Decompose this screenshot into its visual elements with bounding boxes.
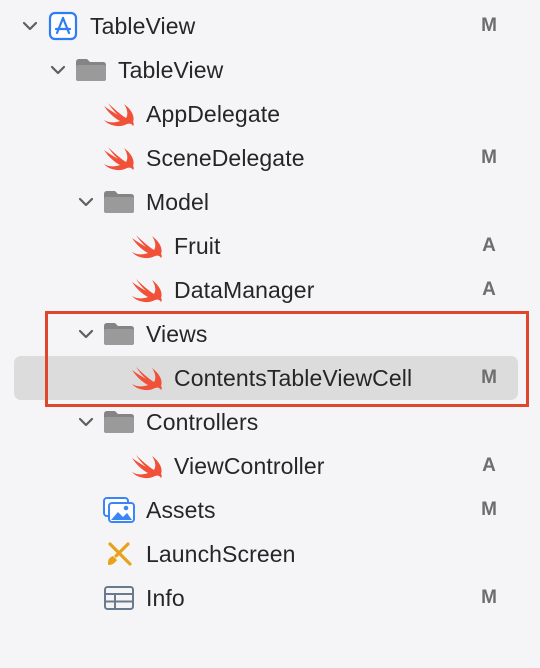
- navigator-row-contentstableviewcell[interactable]: ContentsTableViewCell M: [0, 356, 540, 400]
- navigator-row-datamanager[interactable]: DataManager A: [0, 268, 540, 312]
- navigator-row-fruit[interactable]: Fruit A: [0, 224, 540, 268]
- navigator-item-label: ViewController: [174, 452, 325, 479]
- navigator-row-appdelegate[interactable]: AppDelegate: [0, 92, 540, 136]
- navigator-item-label: Controllers: [146, 408, 259, 435]
- swift-file-icon: [130, 276, 164, 304]
- folder-icon: [102, 320, 136, 348]
- navigator-item-label: AppDelegate: [146, 100, 281, 127]
- project-navigator: TableView M TableView AppDelegate SceneD…: [0, 0, 540, 668]
- navigator-item-label: DataManager: [174, 276, 315, 303]
- git-status-badge: A: [482, 235, 496, 256]
- navigator-item-label: LaunchScreen: [146, 540, 296, 567]
- git-status-badge: M: [481, 587, 497, 608]
- folder-icon: [102, 188, 136, 216]
- navigator-row-views-folder[interactable]: Views: [0, 312, 540, 356]
- git-status-badge: A: [482, 279, 496, 300]
- navigator-item-label: Model: [146, 188, 210, 215]
- git-status-badge: M: [481, 147, 497, 168]
- swift-file-icon: [130, 232, 164, 260]
- swift-file-icon: [130, 364, 164, 392]
- git-status-badge: M: [481, 15, 497, 36]
- swift-file-icon: [102, 144, 136, 172]
- chevron-down-icon[interactable]: [20, 16, 40, 36]
- navigator-item-label: Views: [146, 320, 208, 347]
- navigator-row-viewcontroller[interactable]: ViewController A: [0, 444, 540, 488]
- xcode-project-icon: [46, 11, 80, 41]
- storyboard-icon: [102, 540, 136, 568]
- navigator-row-assets[interactable]: Assets M: [0, 488, 540, 532]
- navigator-row-info[interactable]: Info M: [0, 576, 540, 620]
- navigator-item-label: SceneDelegate: [146, 144, 305, 171]
- navigator-item-label: TableView: [118, 56, 224, 83]
- navigator-row-controllers-folder[interactable]: Controllers: [0, 400, 540, 444]
- navigator-row-tableview-project[interactable]: TableView M: [0, 4, 540, 48]
- navigator-item-label: Info: [146, 584, 185, 611]
- asset-catalog-icon: [102, 496, 136, 524]
- navigator-row-model-folder[interactable]: Model: [0, 180, 540, 224]
- swift-file-icon: [130, 452, 164, 480]
- navigator-item-label: Assets: [146, 496, 216, 523]
- plist-icon: [102, 584, 136, 612]
- git-status-badge: A: [482, 455, 496, 476]
- folder-icon: [74, 56, 108, 84]
- git-status-badge: M: [481, 367, 497, 388]
- chevron-down-icon[interactable]: [76, 192, 96, 212]
- chevron-down-icon[interactable]: [48, 60, 68, 80]
- navigator-row-scenedelegate[interactable]: SceneDelegate M: [0, 136, 540, 180]
- chevron-down-icon[interactable]: [76, 412, 96, 432]
- navigator-row-tableview-folder[interactable]: TableView: [0, 48, 540, 92]
- navigator-item-label: Fruit: [174, 232, 221, 259]
- swift-file-icon: [102, 100, 136, 128]
- folder-icon: [102, 408, 136, 436]
- navigator-item-label: ContentsTableViewCell: [174, 364, 413, 391]
- navigator-row-launchscreen[interactable]: LaunchScreen: [0, 532, 540, 576]
- chevron-down-icon[interactable]: [76, 324, 96, 344]
- navigator-item-label: TableView: [90, 12, 196, 39]
- git-status-badge: M: [481, 499, 497, 520]
